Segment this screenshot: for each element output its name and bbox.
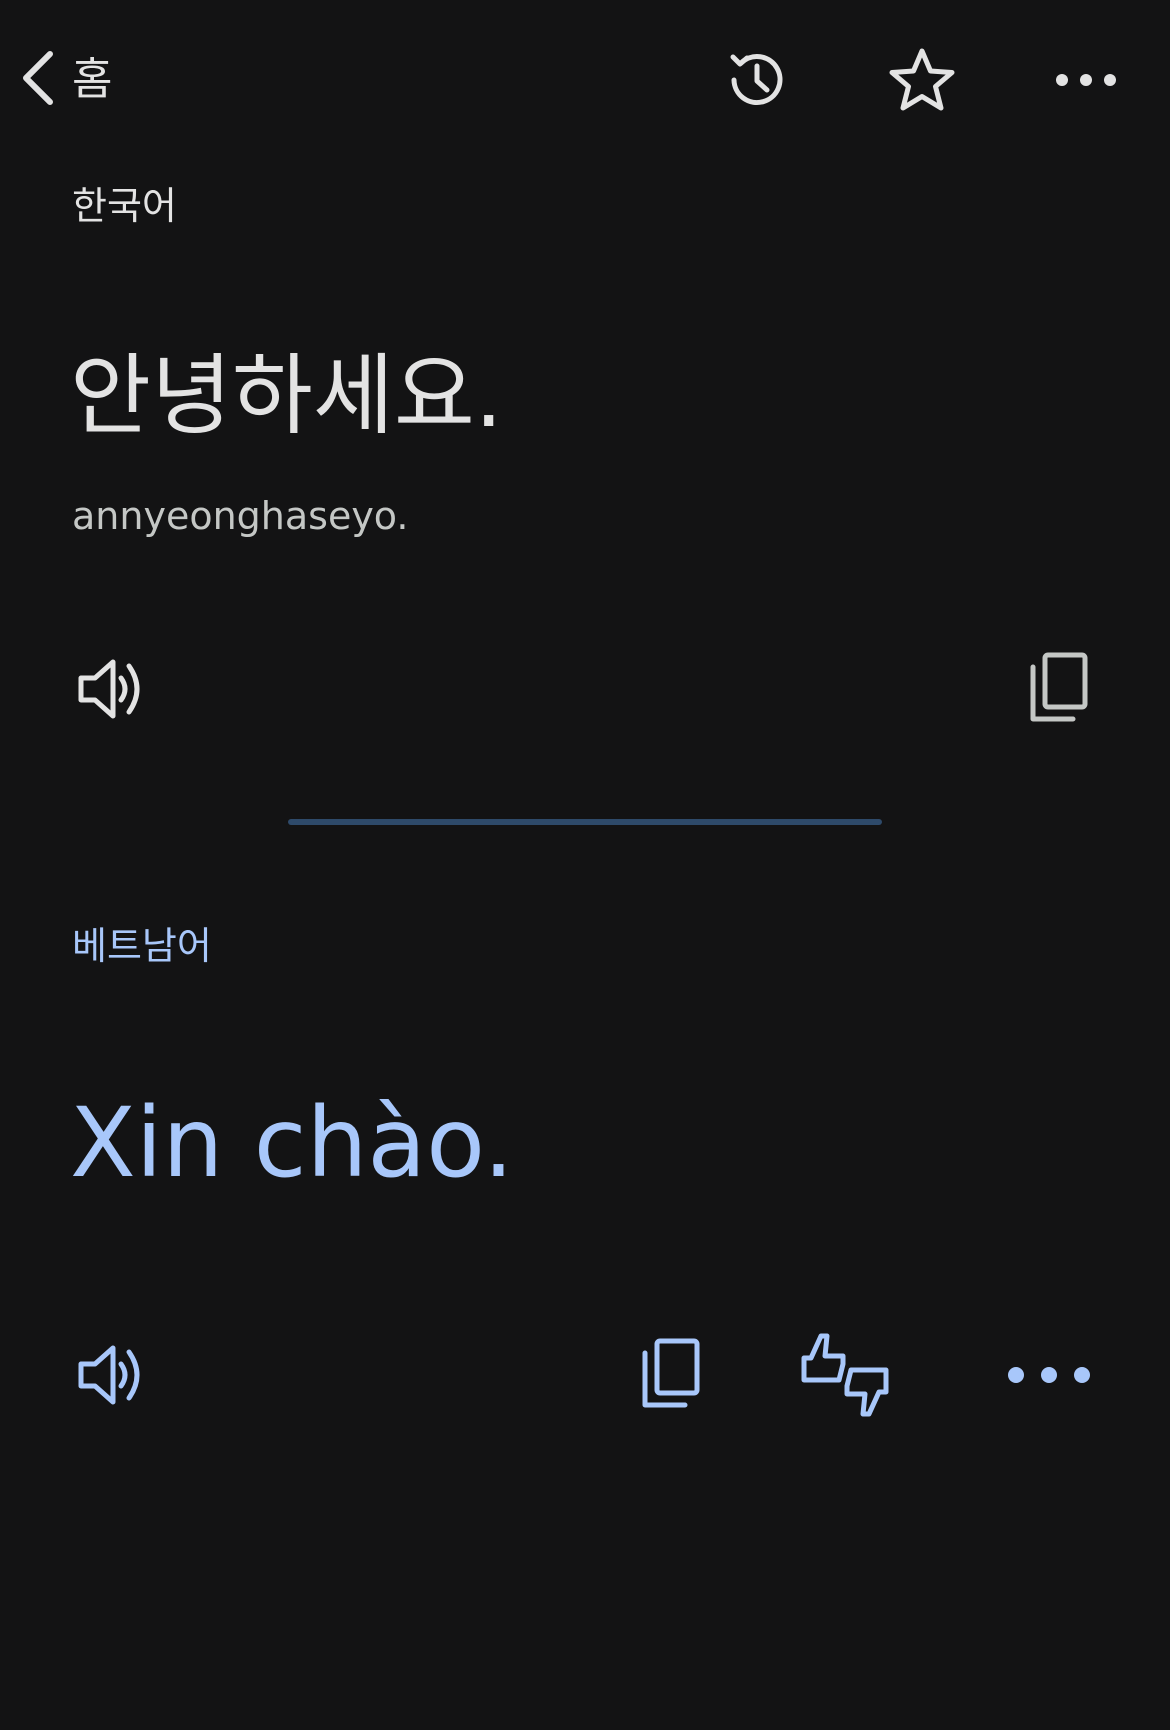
copy-icon bbox=[1025, 651, 1091, 725]
star-icon bbox=[887, 46, 957, 114]
back-button[interactable]: 홈 bbox=[18, 40, 112, 120]
source-transliteration: annyeonghaseyo. bbox=[72, 494, 409, 538]
source-text: 안녕하세요. bbox=[70, 344, 503, 447]
translated-text: Xin chào. bbox=[70, 1087, 514, 1199]
more-options-button[interactable] bbox=[1046, 40, 1126, 120]
target-copy-button[interactable] bbox=[630, 1333, 710, 1415]
rate-translation-button[interactable] bbox=[797, 1328, 893, 1422]
back-chevron-icon bbox=[18, 48, 58, 112]
target-language-label: 베트남어 bbox=[72, 924, 212, 968]
section-divider bbox=[288, 819, 882, 825]
more-icon bbox=[1006, 1365, 1092, 1385]
history-icon bbox=[724, 47, 790, 113]
source-language-label: 한국어 bbox=[72, 184, 177, 228]
speaker-icon bbox=[75, 1340, 147, 1410]
source-copy-button[interactable] bbox=[1018, 647, 1098, 729]
back-label: 홈 bbox=[72, 54, 113, 105]
more-icon bbox=[1054, 72, 1118, 88]
speaker-icon bbox=[75, 654, 147, 724]
copy-icon bbox=[637, 1337, 703, 1411]
target-more-button[interactable] bbox=[1004, 1335, 1094, 1415]
target-listen-button[interactable] bbox=[70, 1335, 152, 1415]
history-button[interactable] bbox=[717, 40, 797, 120]
feedback-thumbs-icon bbox=[799, 1330, 891, 1420]
favorite-button[interactable] bbox=[882, 40, 962, 120]
source-listen-button[interactable] bbox=[70, 649, 152, 729]
